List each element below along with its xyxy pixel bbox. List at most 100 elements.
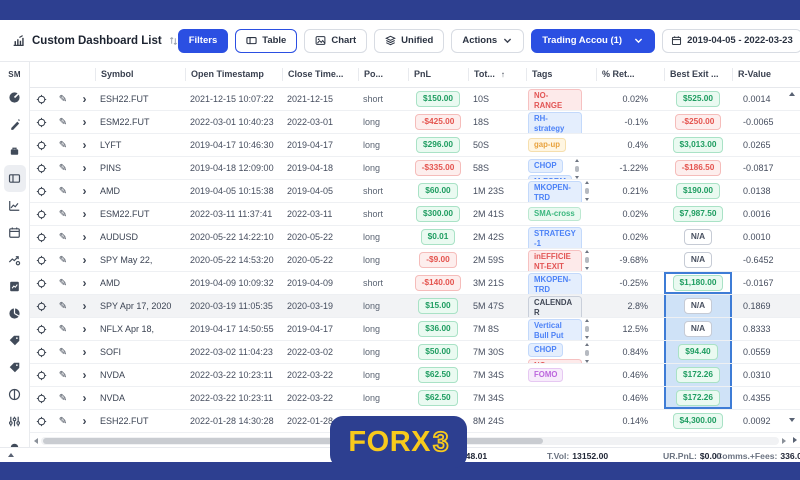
tags-scroll-thumb[interactable] bbox=[585, 326, 589, 332]
edit-pencil-icon[interactable]: ✎ bbox=[59, 416, 67, 427]
tab-unified[interactable]: Unified bbox=[374, 29, 444, 53]
table-row[interactable]: ✎›NVDA2022-03-22 10:23:112022-03-22long$… bbox=[30, 387, 800, 410]
edit-pencil-icon[interactable]: ✎ bbox=[59, 140, 67, 151]
sidebar-item-briefcase[interactable] bbox=[4, 138, 26, 165]
column-header-close-time[interactable]: Close Time... bbox=[282, 68, 358, 81]
date-range-picker[interactable]: 2019-04-05 - 2022-03-23 bbox=[662, 29, 800, 53]
edit-pencil-icon[interactable]: ✎ bbox=[59, 255, 67, 266]
scroll-corner-arrow-icon[interactable] bbox=[793, 437, 797, 443]
edit-pencil-icon[interactable]: ✎ bbox=[59, 163, 67, 174]
tags-scroll-down-icon[interactable] bbox=[585, 360, 589, 363]
tab-table[interactable]: Table bbox=[235, 29, 297, 53]
crosshair-icon[interactable] bbox=[36, 163, 47, 174]
sidebar-item-line-chart[interactable] bbox=[4, 192, 26, 219]
crosshair-icon[interactable] bbox=[36, 140, 47, 151]
sidebar-item-pie-chart[interactable] bbox=[4, 84, 26, 111]
crosshair-icon[interactable] bbox=[36, 301, 47, 312]
crosshair-icon[interactable] bbox=[36, 94, 47, 105]
edit-pencil-icon[interactable]: ✎ bbox=[59, 347, 67, 358]
edit-pencil-icon[interactable]: ✎ bbox=[59, 278, 67, 289]
table-row[interactable]: ✎›SPY May 22,2020-05-22 14:53:202020-05-… bbox=[30, 249, 800, 272]
table-row[interactable]: ✎›AUDUSD2020-05-22 14:22:102020-05-22lon… bbox=[30, 226, 800, 249]
tags-scroll-up-icon[interactable] bbox=[585, 181, 589, 184]
edit-pencil-icon[interactable]: ✎ bbox=[59, 301, 67, 312]
sidebar-item-tag[interactable] bbox=[4, 327, 26, 354]
tags-scrollbar[interactable] bbox=[584, 343, 590, 363]
sidebar-item-tag2[interactable] bbox=[4, 354, 26, 381]
table-row[interactable]: ✎›ESM22.FUT2022-03-11 11:37:412022-03-11… bbox=[30, 203, 800, 226]
tags-scrollbar[interactable] bbox=[584, 319, 590, 339]
crosshair-icon[interactable] bbox=[36, 416, 47, 427]
column-header-pnl[interactable]: PnL bbox=[408, 68, 468, 81]
sidebar-item-report[interactable] bbox=[4, 273, 26, 300]
table-row[interactable]: ✎›AMD2019-04-05 10:15:382019-04-05short$… bbox=[30, 180, 800, 203]
title-sort-icon[interactable] bbox=[169, 36, 178, 46]
chevron-right-icon[interactable]: › bbox=[83, 93, 87, 105]
avatar[interactable]: SM bbox=[8, 70, 20, 79]
tags-scroll-down-icon[interactable] bbox=[575, 176, 579, 179]
tags-scroll-up-icon[interactable] bbox=[585, 250, 589, 253]
edit-pencil-icon[interactable]: ✎ bbox=[59, 324, 67, 335]
chevron-right-icon[interactable]: › bbox=[83, 392, 87, 404]
edit-pencil-icon[interactable]: ✎ bbox=[59, 370, 67, 381]
sidebar-item-journal-edit[interactable] bbox=[4, 111, 26, 138]
scroll-up-arrow-icon[interactable] bbox=[789, 92, 795, 96]
table-row[interactable]: ✎›NVDA2022-03-22 10:23:112022-03-22long$… bbox=[30, 364, 800, 387]
tags-scroll-thumb[interactable] bbox=[575, 166, 579, 172]
tags-scroll-down-icon[interactable] bbox=[585, 198, 589, 201]
tags-scroll-thumb[interactable] bbox=[585, 350, 589, 356]
horizontal-scroll-thumb[interactable] bbox=[43, 438, 543, 444]
tags-scroll-up-icon[interactable] bbox=[585, 319, 589, 322]
account-dropdown[interactable]: Trading Accou (1) bbox=[531, 29, 655, 53]
column-header-symbol[interactable]: Symbol bbox=[95, 68, 185, 81]
actions-button[interactable]: Actions bbox=[451, 29, 524, 53]
chevron-right-icon[interactable]: › bbox=[83, 185, 87, 197]
tags-scroll-thumb[interactable] bbox=[585, 257, 589, 263]
sidebar-item-pie-slice[interactable] bbox=[4, 300, 26, 327]
scroll-down-arrow-icon[interactable] bbox=[789, 418, 795, 422]
table-row[interactable]: ✎›SPY Apr 17, 20202020-03-19 11:05:35202… bbox=[30, 295, 800, 318]
chevron-right-icon[interactable]: › bbox=[83, 346, 87, 358]
column-header-tot[interactable]: Tot...↑ bbox=[468, 68, 526, 81]
edit-pencil-icon[interactable]: ✎ bbox=[59, 232, 67, 243]
scroll-right-arrow-icon[interactable] bbox=[782, 438, 786, 444]
crosshair-icon[interactable] bbox=[36, 117, 47, 128]
column-header-best-exit[interactable]: Best Exit ... bbox=[664, 68, 732, 81]
chevron-right-icon[interactable]: › bbox=[83, 208, 87, 220]
chevron-right-icon[interactable]: › bbox=[83, 254, 87, 266]
scroll-left-arrow-icon[interactable] bbox=[34, 438, 38, 444]
table-row[interactable]: ✎›NFLX Apr 18,2019-04-17 14:50:552019-04… bbox=[30, 318, 800, 341]
sidebar-item-sliders[interactable] bbox=[4, 408, 26, 435]
table-row[interactable]: ✎›ESM22.FUT2022-03-01 10:40:232022-03-01… bbox=[30, 111, 800, 134]
crosshair-icon[interactable] bbox=[36, 324, 47, 335]
edit-pencil-icon[interactable]: ✎ bbox=[59, 117, 67, 128]
edit-pencil-icon[interactable]: ✎ bbox=[59, 209, 67, 220]
chevron-right-icon[interactable]: › bbox=[83, 369, 87, 381]
chevron-right-icon[interactable]: › bbox=[83, 231, 87, 243]
sidebar-item-table-view[interactable] bbox=[4, 165, 26, 192]
chevron-right-icon[interactable]: › bbox=[83, 277, 87, 289]
sidebar-item-calendar[interactable] bbox=[4, 219, 26, 246]
chevron-up-icon[interactable] bbox=[8, 453, 14, 457]
chevron-right-icon[interactable]: › bbox=[83, 162, 87, 174]
crosshair-icon[interactable] bbox=[36, 393, 47, 404]
tags-scroll-up-icon[interactable] bbox=[575, 159, 579, 162]
edit-pencil-icon[interactable]: ✎ bbox=[59, 94, 67, 105]
crosshair-icon[interactable] bbox=[36, 209, 47, 220]
chevron-right-icon[interactable]: › bbox=[83, 415, 87, 427]
sidebar-item-dot[interactable] bbox=[4, 435, 26, 447]
filters-button[interactable]: Filters bbox=[178, 29, 229, 53]
edit-pencil-icon[interactable]: ✎ bbox=[59, 186, 67, 197]
crosshair-icon[interactable] bbox=[36, 278, 47, 289]
sidebar-item-trend-up[interactable] bbox=[4, 246, 26, 273]
chevron-right-icon[interactable]: › bbox=[83, 116, 87, 128]
sidebar-item-split-circle[interactable] bbox=[4, 381, 26, 408]
table-row[interactable]: ✎›SOFI2022-03-02 11:04:232022-03-02long$… bbox=[30, 341, 800, 364]
crosshair-icon[interactable] bbox=[36, 232, 47, 243]
column-header-open-timestamp[interactable]: Open Timestamp bbox=[185, 68, 282, 81]
edit-pencil-icon[interactable]: ✎ bbox=[59, 393, 67, 404]
tags-scrollbar[interactable] bbox=[584, 250, 590, 270]
crosshair-icon[interactable] bbox=[36, 370, 47, 381]
crosshair-icon[interactable] bbox=[36, 347, 47, 358]
crosshair-icon[interactable] bbox=[36, 186, 47, 197]
